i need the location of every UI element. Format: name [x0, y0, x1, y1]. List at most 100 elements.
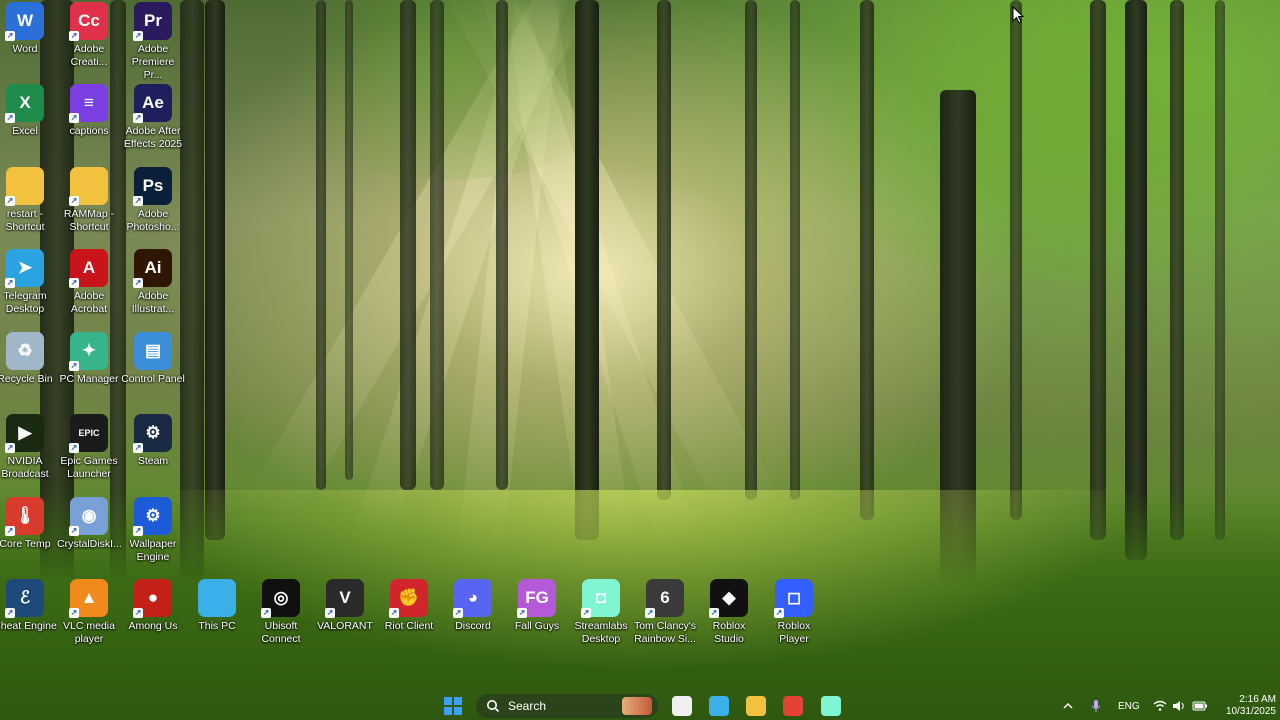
desktop-shortcut[interactable]: Ps ↗ Adobe Photosho...	[121, 167, 185, 234]
desktop-shortcut[interactable]: ⚙ ↗ Wallpaper Engine	[121, 497, 185, 564]
wallpaper-engine-icon: ⚙ ↗	[133, 497, 172, 536]
desktop-shortcut[interactable]: ◻ ↗ Roblox Player	[762, 579, 826, 646]
desktop-shortcut[interactable]: ◆ ↗ Roblox Studio	[697, 579, 761, 646]
desktop-shortcut[interactable]: ◎ ↗ Ubisoft Connect	[249, 579, 313, 646]
desktop-shortcut[interactable]: ✊ ↗ Riot Client	[377, 579, 441, 633]
desktop-icon[interactable]	[709, 696, 729, 716]
streamlabs-icon: ◘ ↗	[581, 579, 620, 618]
desktop-shortcut[interactable]: ● ↗ Among Us	[121, 579, 185, 633]
battery-icon	[1192, 701, 1207, 711]
desktop-shortcut[interactable]: A ↗ Adobe Acrobat	[57, 249, 121, 316]
desktop-shortcut[interactable]: ▤ Control Panel	[121, 332, 185, 386]
nvidia-broadcast-icon: ▶ ↗	[5, 414, 44, 453]
desktop-shortcut-label: Recycle Bin	[0, 373, 53, 385]
desktop-shortcut[interactable]: EPIC ↗ Epic Games Launcher	[57, 414, 121, 481]
mouse-cursor-icon	[1012, 6, 1024, 24]
desktop-shortcut[interactable]: ◘ ↗ Streamlabs Desktop	[569, 579, 633, 646]
desktop-shortcut[interactable]: ≡ ↗ captions	[57, 84, 121, 138]
shortcut-arrow-icon: ↗	[5, 113, 15, 123]
desktop-shortcut[interactable]: ▲ ↗ VLC media player	[57, 579, 121, 646]
desktop-shortcut[interactable]: X ↗ Excel	[0, 84, 57, 138]
start-button[interactable]	[443, 692, 463, 720]
desktop-shortcut-label: Wallpaper Engine	[129, 538, 177, 563]
desktop-shortcut[interactable]: ✦ ↗ PC Manager	[57, 332, 121, 386]
telegram-icon: ➤ ↗	[5, 249, 44, 288]
shortcut-arrow-icon: ↗	[133, 113, 143, 123]
desktop-shortcut[interactable]: ◕ ↗ Discord	[441, 579, 505, 633]
shortcut-arrow-icon: ↗	[5, 608, 15, 618]
volume-button[interactable]	[1172, 692, 1186, 720]
desktop-shortcut[interactable]: V ↗ VALORANT	[313, 579, 377, 633]
shortcut-arrow-icon: ↗	[774, 608, 784, 618]
desktop-shortcut[interactable]: This PC	[185, 579, 249, 633]
desktop-shortcut[interactable]: FG ↗ Fall Guys	[505, 579, 569, 633]
desktop-shortcut-label: Telegram Desktop	[3, 290, 47, 315]
desktop-shortcut[interactable]: Cc ↗ Adobe Creati...	[57, 2, 121, 69]
battery-button[interactable]	[1192, 692, 1208, 720]
excel-icon: X ↗	[5, 84, 44, 123]
desktop-shortcut-label: Ubisoft Connect	[261, 620, 301, 645]
vlc-icon: ▲ ↗	[69, 579, 108, 618]
file-explorer-icon[interactable]	[746, 696, 766, 716]
desktop-shortcut[interactable]: ⚙ ↗ Steam	[121, 414, 185, 468]
shortcut-arrow-icon: ↗	[325, 608, 335, 618]
epic-games-icon: EPIC ↗	[69, 414, 108, 453]
shortcut-arrow-icon: ↗	[133, 31, 143, 41]
desktop-shortcut[interactable]: ℰ↗ Cheat Engine	[0, 579, 57, 633]
adobe-creative-cloud-icon: Cc ↗	[69, 2, 108, 41]
search-highlight-icon	[622, 697, 652, 715]
desktop-shortcut[interactable]: ▶ ↗ NVIDIA Broadcast	[0, 414, 57, 481]
search-placeholder: Search	[508, 699, 547, 713]
riot-client-icon: ✊ ↗	[389, 579, 428, 618]
desktop-shortcut-label: VLC media player	[63, 620, 115, 645]
recycle-bin-icon: ♻	[6, 332, 44, 370]
windows-logo-icon	[444, 697, 462, 715]
desktop-shortcut-label: Core Temp	[0, 538, 51, 550]
clock-date: 10/31/2025	[1225, 706, 1276, 717]
discord-icon: ◕ ↗	[453, 579, 492, 618]
desktop-shortcut-label: Roblox Player	[777, 620, 811, 645]
rainbow-six-icon: 6 ↗	[645, 579, 684, 618]
search-icon	[487, 700, 500, 713]
desktop-shortcut[interactable]: 🌡 ↗ Core Temp	[0, 497, 57, 551]
show-hidden-icons-button[interactable]	[1062, 692, 1074, 720]
network-button[interactable]	[1153, 692, 1167, 720]
roblox-studio-icon: ◆ ↗	[709, 579, 748, 618]
taskbar-search-box[interactable]: Search	[476, 694, 658, 718]
captions-icon: ≡ ↗	[69, 84, 108, 123]
speaker-icon	[1173, 701, 1184, 711]
desktop-shortcut-label: restart - Shortcut	[5, 208, 45, 233]
clock[interactable]: 2:16 AM 10/31/2025	[1218, 692, 1276, 720]
desktop-shortcut[interactable]: Ai ↗ Adobe Illustrat...	[121, 249, 185, 316]
this-pc-icon	[198, 579, 236, 617]
desktop-shortcut[interactable]: Ae ↗ Adobe After Effects 2025	[121, 84, 185, 151]
microsoft-store-icon[interactable]	[672, 696, 692, 716]
desktop-shortcut[interactable]: ♻ Recycle Bin	[0, 332, 57, 386]
desktop-shortcut[interactable]: ➤ ↗ Telegram Desktop	[0, 249, 57, 316]
desktop-shortcut[interactable]: ◉ ↗ CrystalDiskI...	[57, 497, 122, 551]
desktop-shortcut[interactable]: W ↗ Word	[0, 2, 57, 56]
desktop-shortcut-label: NVIDIA Broadcast	[1, 455, 49, 480]
ubisoft-icon: ◎ ↗	[261, 579, 300, 618]
desktop-shortcut[interactable]: 6 ↗ Tom Clancy's Rainbow Si...	[633, 579, 697, 646]
roblox-player-icon: ◻ ↗	[774, 579, 813, 618]
desktop-shortcut-label: PC Manager	[59, 373, 119, 385]
chrome-icon[interactable]	[783, 696, 803, 716]
among-us-icon: ● ↗	[133, 579, 172, 618]
desktop-shortcut-label: RAMMap - Shortcut	[63, 208, 115, 233]
shortcut-arrow-icon: ↗	[645, 608, 655, 618]
desktop-shortcut[interactable]: ↗ restart - Shortcut	[0, 167, 57, 234]
streamlabs-icon[interactable]	[821, 696, 841, 716]
valorant-icon: V ↗	[325, 579, 364, 618]
desktop-shortcut-label: Word	[12, 43, 38, 55]
chevron-up-icon	[1063, 702, 1073, 709]
core-temp-icon: 🌡 ↗	[5, 497, 44, 536]
desktop-shortcut[interactable]: ↗ RAMMap - Shortcut	[57, 167, 121, 234]
microphone-button[interactable]	[1090, 692, 1102, 720]
shortcut-arrow-icon: ↗	[69, 196, 79, 206]
desktop-shortcut-label: Adobe Acrobat	[70, 290, 108, 315]
desktop-shortcut[interactable]: Pr ↗ Adobe Premiere Pr...	[121, 2, 185, 82]
language-indicator[interactable]: ENG	[1118, 692, 1140, 720]
shortcut-arrow-icon: ↗	[5, 31, 15, 41]
desktop-shortcut-label: Adobe Premiere Pr...	[131, 43, 175, 81]
